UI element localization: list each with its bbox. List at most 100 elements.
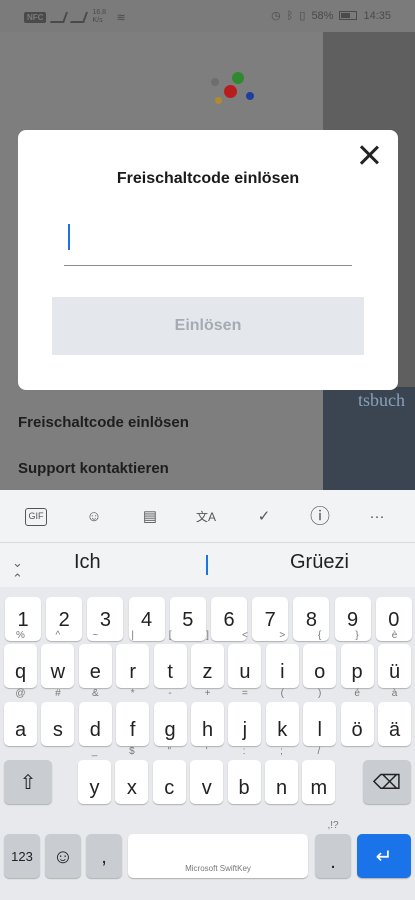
key-o[interactable]: {o — [303, 630, 337, 688]
key-label: 123 — [11, 849, 33, 864]
menu-redeem-code[interactable]: Freischaltcode einlösen — [18, 414, 189, 431]
key-label: 4 — [141, 609, 153, 631]
key-m[interactable]: / m — [302, 746, 336, 804]
key-s[interactable]: # s — [41, 688, 75, 746]
key-ä[interactable]: àä — [378, 688, 411, 746]
collapse-icon[interactable]: ⌄ ⌃ — [12, 555, 23, 587]
key-c[interactable]: " c — [152, 746, 186, 804]
key-label: m — [310, 777, 328, 799]
key-label: k — [277, 719, 288, 741]
key-v[interactable]: ' v — [190, 746, 224, 804]
backspace-icon[interactable]: ⌫ — [363, 760, 411, 804]
redeem-button[interactable]: Einlösen — [52, 297, 364, 355]
key-a[interactable]: @ a — [4, 688, 37, 746]
key-alt-label: | — [131, 630, 134, 641]
key-t[interactable]: [t — [153, 630, 187, 688]
key-alt-label: } — [355, 630, 359, 641]
key-label: x — [126, 777, 137, 799]
suggestion-right[interactable]: Grüezi — [290, 551, 349, 574]
menu-contact-support[interactable]: Support kontaktieren — [18, 460, 169, 477]
key-n[interactable]: ; n — [265, 746, 298, 804]
key-label: 2 — [58, 609, 70, 631]
suggestion-bar: ⌄ ⌃ Ich Grüezi — [0, 543, 415, 587]
keyboard: GIF ☺ ▤ 文A ✓ ⓘ ··· ⌄ ⌃ Ich Grüezi 1234567… — [0, 490, 415, 900]
key-label: 0 — [388, 609, 400, 631]
key-label: e — [89, 661, 101, 683]
key-label: 9 — [347, 609, 359, 631]
gif-icon[interactable]: GIF — [25, 508, 47, 526]
key-label: h — [201, 719, 214, 741]
more-icon[interactable]: ··· — [365, 505, 389, 529]
shift-icon[interactable]: ⇧ — [4, 760, 52, 804]
key-h[interactable]: + h — [191, 688, 224, 746]
key-label: z — [202, 661, 213, 683]
key-w[interactable]: ^ w — [41, 630, 75, 688]
clipboard-icon[interactable]: ▤ — [138, 505, 162, 529]
key-label: 8 — [305, 609, 317, 631]
key-l[interactable]: ) l — [303, 688, 337, 746]
vibrate-icon: ▯ — [299, 10, 306, 22]
clock: 14:35 — [363, 9, 391, 22]
space-key[interactable]: Microsoft SwiftKey — [128, 834, 308, 878]
key-j[interactable]: = j — [228, 688, 262, 746]
key-label: ä — [388, 719, 401, 741]
key-alt-label: " — [167, 746, 172, 757]
book-title: tsbuch — [358, 390, 405, 410]
key-alt-label: _ — [91, 746, 98, 757]
key-label: 6 — [223, 609, 235, 631]
signal-icon — [50, 11, 69, 23]
key-alt-label: [ — [168, 630, 172, 641]
numbers-key[interactable]: 123 — [4, 834, 40, 878]
period-key[interactable]: ,!?. — [315, 820, 351, 878]
key-label: j — [242, 719, 248, 741]
key-label: q — [14, 661, 27, 683]
key-alt-label: ,!? — [327, 820, 339, 831]
key-label: d — [89, 719, 101, 741]
nfc-badge: NFC — [24, 11, 47, 23]
key-alt-label: ~ — [92, 630, 99, 641]
emoji-key[interactable]: ☺ — [45, 834, 81, 878]
bluetooth-icon: ᛒ — [286, 9, 294, 22]
comma-key[interactable]: , — [86, 834, 122, 878]
key-alt-label: + — [204, 688, 211, 699]
key-alt-label: ^ — [55, 630, 61, 641]
key-x[interactable]: $ x — [115, 746, 149, 804]
key-alt-label: % — [16, 630, 25, 641]
key-alt-label: ; — [280, 746, 283, 757]
key-label: ü — [388, 661, 401, 683]
key-label: 7 — [264, 609, 276, 631]
key-i[interactable]: > i — [265, 630, 299, 688]
key-ü[interactable]: èü — [378, 630, 411, 688]
key-label: r — [129, 661, 137, 683]
key-u[interactable]: < u — [228, 630, 262, 688]
key-ö[interactable]: éö — [340, 688, 374, 746]
dialog-title: Freischaltcode einlösen — [116, 170, 300, 187]
key-g[interactable]: -g — [153, 688, 187, 746]
battery-icon — [339, 11, 358, 20]
code-input[interactable] — [64, 218, 352, 266]
key-k[interactable]: (k — [265, 688, 299, 746]
key-r[interactable]: | r — [116, 630, 150, 688]
key-p[interactable]: } p — [340, 630, 374, 688]
sticker-icon[interactable]: ☺ — [82, 505, 106, 529]
suggestion-left[interactable]: Ich — [74, 551, 101, 574]
key-q[interactable]: % q — [4, 630, 37, 688]
key-label: s — [52, 719, 63, 741]
checkmark-icon[interactable]: ✓ — [252, 505, 276, 529]
key-d[interactable]: & d — [78, 688, 112, 746]
key-alt-label: ' — [205, 746, 208, 757]
key-alt-label: < — [241, 630, 248, 641]
close-icon[interactable] — [354, 140, 384, 170]
redeem-dialog: Freischaltcode einlösen Einlösen — [18, 130, 398, 390]
key-z[interactable]: ] z — [191, 630, 224, 688]
translate-icon[interactable]: 文A — [194, 505, 218, 529]
enter-icon[interactable]: ↵ — [357, 834, 411, 878]
key-label: o — [314, 661, 326, 683]
key-label: ö — [351, 719, 363, 741]
key-e[interactable]: ~ e — [78, 630, 112, 688]
key-b[interactable]: :b — [227, 746, 261, 804]
info-icon[interactable]: ⓘ — [308, 505, 332, 529]
key-y[interactable]: _ y — [78, 746, 111, 804]
key-f[interactable]: * f — [116, 688, 150, 746]
status-bar: NFC 16.8 K/s ≋ ◷ ᛒ ▯ 58% 14:35 — [0, 0, 415, 32]
